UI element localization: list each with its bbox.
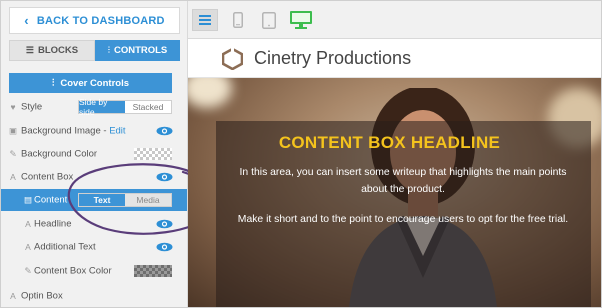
content-box-color-swatch[interactable]	[134, 265, 172, 277]
background-image-row: ▣ Background Image - Edit	[1, 120, 187, 142]
style-label: Style	[21, 101, 43, 113]
sliders-icon: ⫶	[52, 77, 55, 89]
additional-text-label: Additional Text	[34, 241, 96, 253]
background-image-text: Background Image -	[21, 125, 110, 137]
mobile-preview-button[interactable]	[228, 9, 248, 31]
logo-icon	[222, 48, 243, 70]
background-light	[188, 78, 232, 108]
background-image-label: Background Image - Edit	[21, 126, 126, 137]
desktop-icon	[290, 11, 312, 29]
site-header: Cinetry Productions	[188, 39, 601, 78]
text-a-icon: A	[10, 291, 16, 301]
background-color-row: ✎ Background Color	[1, 143, 187, 165]
document-icon: ▤	[23, 194, 33, 205]
content-box-color-label: Content Box Color	[34, 265, 112, 277]
page-editor: ‹ BACK TO DASHBOARD ☰ BLOCKS ⫶ CONTROLS …	[0, 0, 602, 308]
content-box-color-row: ✎ Content Box Color	[1, 260, 187, 282]
content-label: Content	[34, 194, 68, 206]
style-option-stacked[interactable]: Stacked	[125, 101, 171, 113]
background-image-edit-link[interactable]: Edit	[109, 126, 125, 137]
content-box-text-1: In this area, you can insert some writeu…	[239, 167, 567, 195]
phone-icon	[233, 12, 243, 28]
eye-icon[interactable]	[156, 126, 173, 136]
tablet-preview-button[interactable]	[258, 9, 280, 31]
eye-icon[interactable]	[156, 219, 173, 229]
content-option-text[interactable]: Text	[79, 194, 125, 206]
cover-controls-label: Cover Controls	[60, 77, 129, 89]
tab-blocks[interactable]: ☰ BLOCKS	[9, 40, 95, 61]
text-a-icon: A	[25, 219, 31, 229]
chevron-left-icon: ‹	[24, 13, 29, 28]
content-option-media[interactable]: Media	[125, 194, 171, 206]
background-color-label: Background Color	[21, 148, 98, 160]
content-type-toggle[interactable]: Text Media	[78, 193, 172, 207]
headline-label: Headline	[34, 218, 72, 230]
device-toolbar	[188, 1, 601, 39]
tab-controls[interactable]: ⫶ CONTROLS	[95, 40, 180, 61]
content-row[interactable]: ▤ Content Text Media	[1, 189, 187, 211]
left-panel: ‹ BACK TO DASHBOARD ☰ BLOCKS ⫶ CONTROLS …	[1, 1, 219, 307]
content-box-headline: CONTENT BOX HEADLINE	[278, 133, 501, 152]
text-a-icon: A	[25, 242, 31, 252]
tab-controls-label: CONTROLS	[113, 45, 168, 56]
eye-icon[interactable]	[156, 242, 173, 252]
style-toggle[interactable]: Side by side Stacked	[78, 97, 172, 117]
back-to-dashboard-label: BACK TO DASHBOARD	[36, 14, 165, 27]
paintbrush-icon: ✎	[24, 265, 32, 276]
heart-icon: ♥	[10, 102, 16, 112]
optin-box-row: A Optin Box	[1, 285, 187, 307]
headline-row: A Headline	[1, 213, 187, 235]
desktop-preview-button[interactable]	[288, 9, 314, 31]
optin-box-label: Optin Box	[21, 290, 63, 302]
back-to-dashboard-button[interactable]: ‹ BACK TO DASHBOARD	[9, 7, 180, 34]
content-box-row: A Content Box	[1, 166, 187, 188]
sliders-icon: ⫶	[107, 45, 110, 55]
style-option-side-by-side[interactable]: Side by side	[79, 97, 125, 117]
site-title: Cinetry Productions	[254, 48, 412, 68]
cover-controls-button[interactable]: ⫶ Cover Controls	[9, 73, 172, 93]
list-icon: ☰	[25, 45, 34, 55]
content-box-text-2: Make it short and to the point to encour…	[237, 214, 569, 225]
text-a-icon: A	[10, 172, 16, 182]
list-icon	[199, 15, 211, 25]
image-icon: ▣	[8, 125, 18, 136]
additional-text-row: A Additional Text	[1, 236, 187, 258]
tab-blocks-label: BLOCKS	[37, 45, 79, 56]
style-row: ♥ Style Side by side Stacked	[1, 96, 187, 118]
list-view-button[interactable]	[192, 9, 218, 31]
background-color-swatch[interactable]	[134, 148, 172, 160]
tablet-icon	[262, 11, 276, 29]
paintbrush-icon: ✎	[9, 148, 17, 159]
hero-section: CONTENT BOX HEADLINE In this area, you c…	[188, 78, 601, 307]
eye-icon[interactable]	[156, 172, 173, 182]
content-box-label: Content Box	[21, 171, 74, 183]
